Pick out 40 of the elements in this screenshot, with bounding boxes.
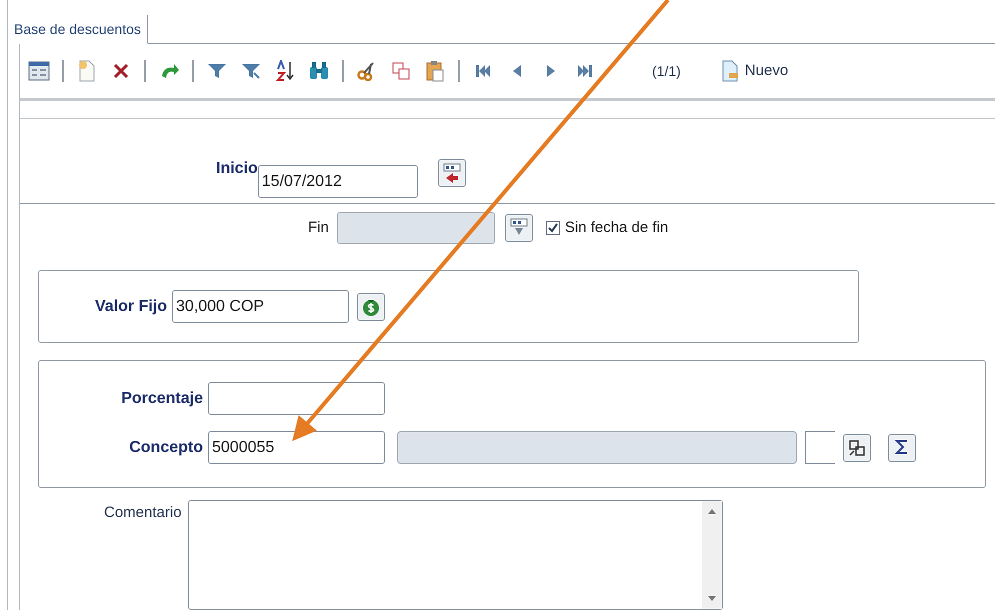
document-icon <box>78 60 96 82</box>
record-count: (1/1) <box>652 62 681 81</box>
up-arrow-icon <box>708 509 716 514</box>
clipboard-icon <box>426 60 444 82</box>
comment-field[interactable] <box>188 500 723 610</box>
small-field[interactable] <box>805 431 835 464</box>
copy-icon <box>391 61 411 81</box>
summary-button[interactable] <box>888 434 916 462</box>
window-icon <box>28 61 50 81</box>
lookup-icon <box>847 438 867 458</box>
fixed-value-label: Valor Fijo <box>95 296 168 316</box>
calendar-icon <box>442 163 462 183</box>
new-button[interactable]: Nuevo <box>720 60 788 82</box>
concept-label: Concepto <box>128 438 203 458</box>
sigma-icon <box>894 438 910 456</box>
triangle-left-icon <box>512 64 522 78</box>
down-arrow-icon <box>708 596 716 601</box>
start-label: Inicio <box>216 159 258 179</box>
concept-code-field[interactable]: 5000055 <box>208 431 385 464</box>
close-icon <box>113 63 129 79</box>
start-date-field[interactable]: 15/07/2012 <box>258 165 418 198</box>
skip-back-icon <box>475 64 491 78</box>
percentage-label: Porcentaje <box>120 388 203 408</box>
binoculars-icon <box>308 61 330 81</box>
checkbox-label: Sin fecha de fin <box>564 218 668 238</box>
percentage-field[interactable] <box>208 382 385 415</box>
funnel-icon <box>241 62 261 80</box>
fixed-value-field[interactable]: 30,000 COP <box>172 290 350 323</box>
comment-label: Comentario <box>104 503 182 523</box>
funnel-icon <box>207 62 227 80</box>
calendar-button[interactable] <box>438 159 466 187</box>
document-icon <box>720 60 739 82</box>
sort-icon <box>275 60 295 82</box>
triangle-right-icon <box>546 64 556 78</box>
currency-button[interactable] <box>357 292 386 320</box>
lookup-button[interactable] <box>843 434 871 462</box>
skip-forward-icon <box>577 64 593 78</box>
tab[interactable]: Base de descuentos <box>8 15 148 44</box>
end-label: Fin <box>308 218 329 238</box>
calendar-button[interactable] <box>504 214 533 242</box>
